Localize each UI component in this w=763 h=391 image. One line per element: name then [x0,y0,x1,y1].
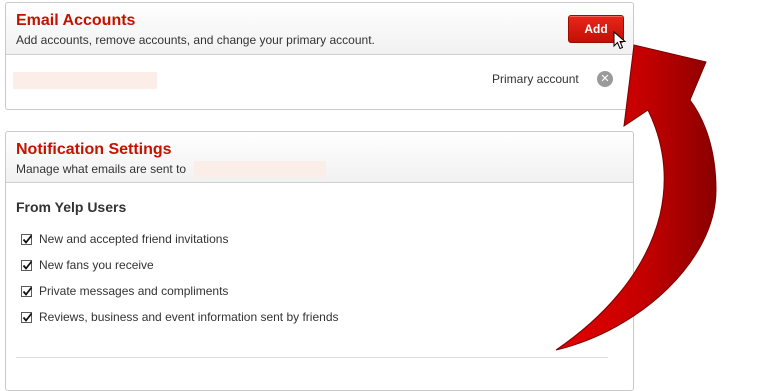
section-heading-from-yelp-users: From Yelp Users [16,199,127,215]
notification-option-label: Private messages and compliments [39,284,229,298]
checkbox[interactable] [21,259,33,271]
notification-settings-header: Notification Settings Manage what emails… [6,132,633,183]
email-accounts-panel: Email Accounts Add accounts, remove acco… [5,2,634,110]
email-accounts-title: Email Accounts [16,12,136,29]
checkmark-icon [22,234,33,244]
email-accounts-header: Email Accounts Add accounts, remove acco… [6,3,633,55]
notification-option-label: Reviews, business and event information … [39,310,339,324]
notification-option-label: New and accepted friend invitations [39,232,229,246]
checkbox[interactable] [21,285,33,297]
notification-option[interactable]: Reviews, business and event information … [21,309,339,325]
close-icon[interactable]: ✕ [597,71,613,87]
email-accounts-subtitle: Add accounts, remove accounts, and chang… [16,33,375,47]
notification-option[interactable]: New and accepted friend invitations [21,231,228,247]
notification-option[interactable]: New fans you receive [21,257,154,273]
notification-settings-title: Notification Settings [16,141,172,158]
checkbox[interactable] [21,233,33,245]
redacted-email-address [194,161,326,177]
mouse-cursor-icon [613,31,627,50]
notification-settings-subtitle: Manage what emails are sent to [16,162,187,176]
divider [16,357,608,358]
notification-settings-panel: Notification Settings Manage what emails… [5,131,634,391]
checkbox[interactable] [21,311,33,323]
notification-option[interactable]: Private messages and compliments [21,283,228,299]
notification-option-label: New fans you receive [39,258,154,272]
primary-account-link[interactable]: Primary account [492,72,579,86]
checkmark-icon [22,312,33,322]
redacted-email-address [13,72,157,89]
checkmark-icon [22,260,33,270]
checkmark-icon [22,286,33,296]
